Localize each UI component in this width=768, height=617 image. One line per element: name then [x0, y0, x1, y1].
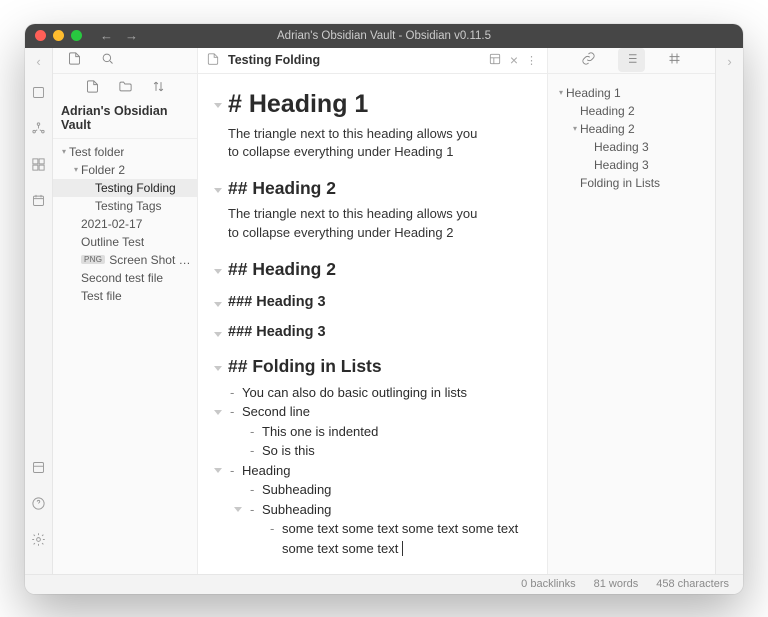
list-item: Subheading — [248, 500, 527, 520]
tags-tab-icon[interactable] — [667, 51, 682, 69]
outline-item[interactable]: Heading 2 — [554, 102, 709, 120]
main-area: ‹ Adrian's Obsidian Vault ▾Test fold — [25, 48, 743, 574]
file-type-badge: PNG — [81, 255, 105, 264]
file-tree-item[interactable]: ▾Test folder — [53, 143, 197, 161]
close-tab-button[interactable]: × — [510, 52, 518, 68]
list-item: Heading — [228, 461, 527, 481]
text-cursor — [398, 541, 403, 556]
new-folder-icon[interactable] — [118, 79, 133, 97]
status-char-count: 458 characters — [656, 578, 729, 590]
outline-item[interactable]: Folding in Lists — [554, 174, 709, 192]
paragraph: The triangle next to this heading allows… — [228, 125, 488, 163]
heading-2: ## Heading 2 — [228, 178, 527, 199]
outline-panel: ▾Heading 1Heading 2▾Heading 2Heading 3He… — [547, 48, 715, 574]
new-note-icon[interactable] — [85, 79, 100, 97]
file-tree-item[interactable]: Test file — [53, 287, 197, 305]
list-item: Subheading — [248, 480, 527, 500]
file-tree-item[interactable]: Testing Tags — [53, 197, 197, 215]
list-item: some text some text some text some text … — [268, 519, 527, 558]
heading-3: ### Heading 3 — [228, 294, 527, 310]
preview-toggle-icon[interactable] — [488, 52, 502, 69]
right-ribbon: › — [715, 48, 743, 574]
outline-item[interactable]: Heading 3 — [554, 138, 709, 156]
file-tree-item[interactable]: Testing Folding — [53, 179, 197, 197]
daily-note-icon[interactable] — [31, 193, 46, 213]
vault-icon[interactable] — [31, 460, 46, 480]
editor-pane: Testing Folding × ⋮ # Heading 1 The tria… — [198, 48, 547, 574]
traffic-lights — [25, 30, 82, 41]
backlinks-tab-icon[interactable] — [581, 51, 596, 69]
titlebar: ← → Adrian's Obsidian Vault - Obsidian v… — [25, 24, 743, 48]
vault-title: Adrian's Obsidian Vault — [53, 102, 197, 139]
outline-tab-icon[interactable] — [618, 48, 645, 72]
outline-item[interactable]: ▾Heading 2 — [554, 120, 709, 138]
tab-more-icon[interactable]: ⋮ — [526, 54, 539, 67]
file-tree-item[interactable]: PNGScreen Shot 2021-01- — [53, 251, 197, 269]
help-icon[interactable] — [31, 496, 46, 516]
file-tree: ▾Test folder▾Folder 2Testing FoldingTest… — [53, 139, 197, 309]
file-tree-item[interactable]: 2021-02-17 — [53, 215, 197, 233]
editor-tab-bar: Testing Folding × ⋮ — [198, 48, 547, 74]
outline-item[interactable]: ▾Heading 1 — [554, 84, 709, 102]
collapse-left-sidebar-button[interactable]: ‹ — [36, 54, 40, 69]
paragraph: The triangle next to this heading allows… — [228, 205, 488, 243]
status-bar: 0 backlinks 81 words 458 characters — [25, 574, 743, 594]
list-item: This one is indented — [248, 422, 527, 442]
search-tab-icon[interactable] — [100, 51, 115, 69]
file-tree-item[interactable]: ▾Folder 2 — [53, 161, 197, 179]
heading-2: ## Heading 2 — [228, 259, 527, 280]
close-window-button[interactable] — [35, 30, 46, 41]
list-item: You can also do basic outlinging in list… — [228, 383, 527, 403]
status-word-count: 81 words — [594, 578, 639, 590]
status-backlinks[interactable]: 0 backlinks — [521, 578, 575, 590]
collapse-right-sidebar-button[interactable]: › — [727, 54, 731, 69]
outline-item[interactable]: Heading 3 — [554, 156, 709, 174]
app-window: ← → Adrian's Obsidian Vault - Obsidian v… — [25, 24, 743, 594]
files-tab-icon[interactable] — [67, 51, 82, 69]
file-icon — [206, 52, 220, 69]
heading-3: ### Heading 3 — [228, 324, 527, 340]
file-explorer: Adrian's Obsidian Vault ▾Test folder▾Fol… — [53, 48, 198, 574]
left-ribbon: ‹ — [25, 48, 53, 574]
nav-back-button[interactable]: ← — [100, 28, 113, 43]
quick-switcher-icon[interactable] — [31, 85, 46, 105]
settings-icon[interactable] — [31, 532, 46, 552]
minimize-window-button[interactable] — [53, 30, 64, 41]
tab-title[interactable]: Testing Folding — [228, 53, 320, 67]
file-tree-item[interactable]: Second test file — [53, 269, 197, 287]
canvas-icon[interactable] — [31, 157, 46, 177]
sort-icon[interactable] — [151, 79, 166, 97]
nav-forward-button[interactable]: → — [125, 28, 138, 43]
document-body[interactable]: # Heading 1 The triangle next to this he… — [198, 74, 547, 574]
graph-view-icon[interactable] — [31, 121, 46, 141]
outline-tree: ▾Heading 1Heading 2▾Heading 2Heading 3He… — [548, 74, 715, 202]
heading-1: # Heading 1 — [228, 90, 527, 119]
file-tree-item[interactable]: Outline Test — [53, 233, 197, 251]
maximize-window-button[interactable] — [71, 30, 82, 41]
list-item: So is this — [248, 441, 527, 461]
list-item: Second line — [228, 402, 527, 422]
heading-2: ## Folding in Lists — [228, 356, 527, 377]
